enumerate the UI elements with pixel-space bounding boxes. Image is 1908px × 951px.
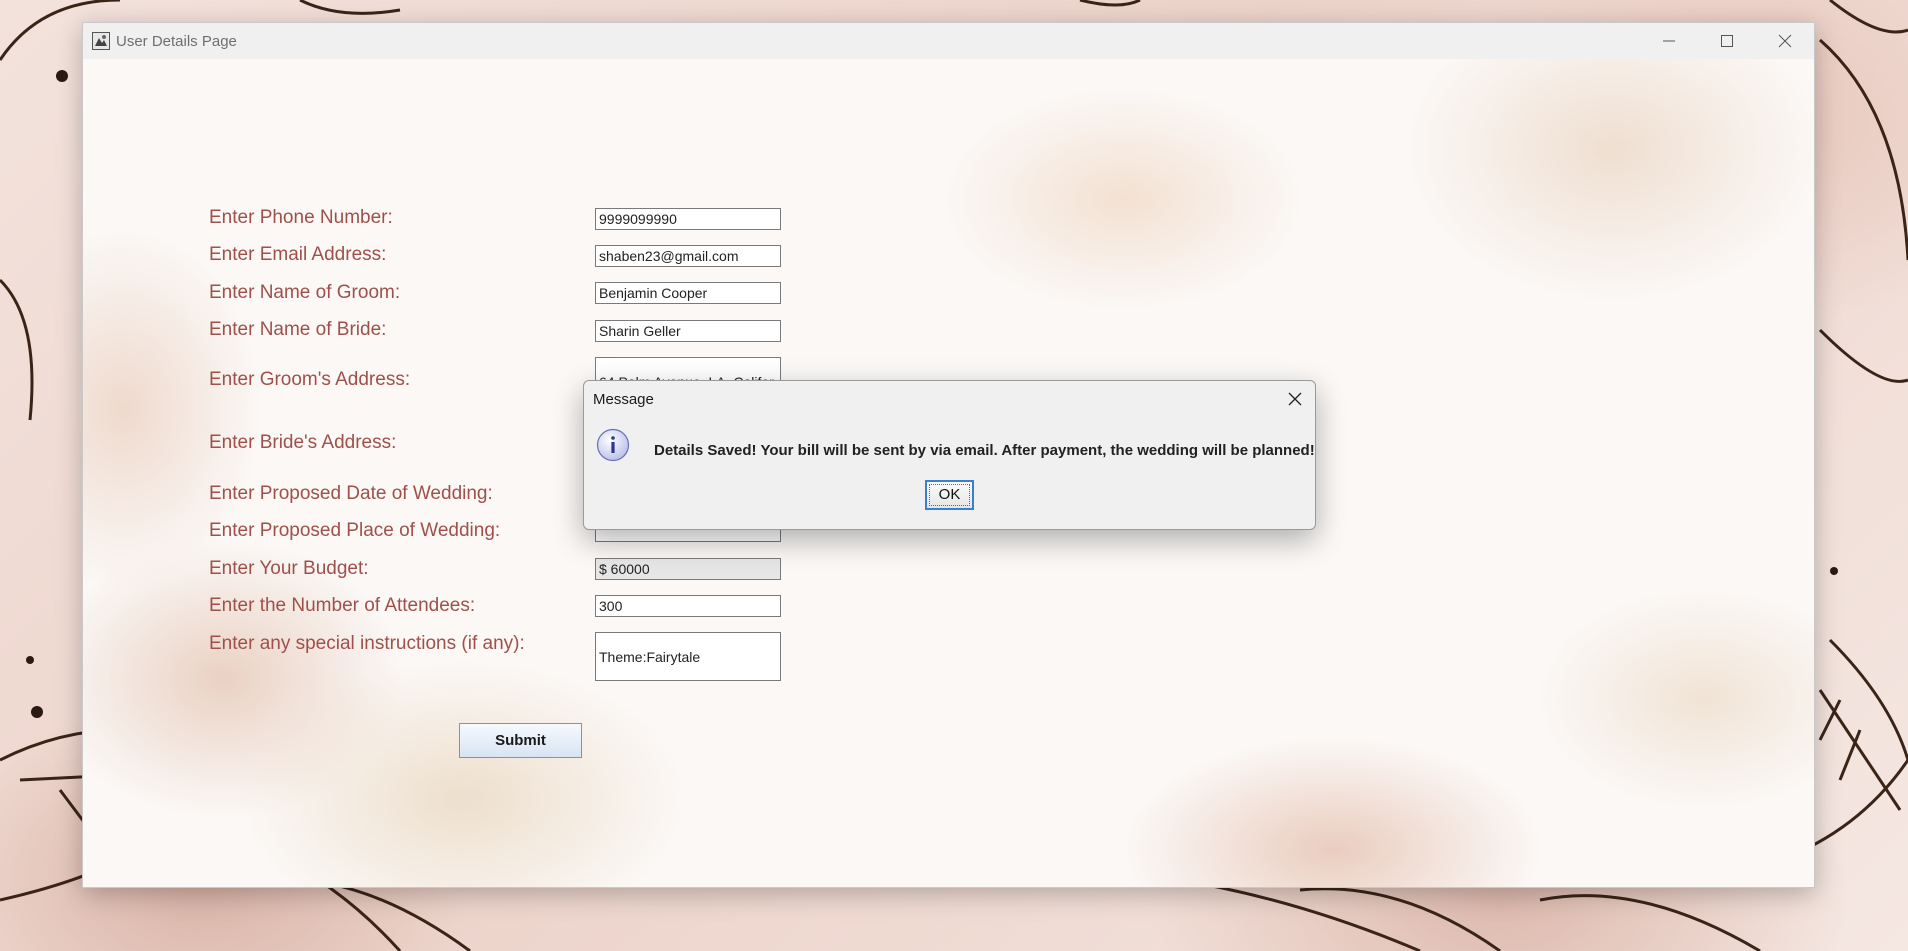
special-instructions-input[interactable] [595, 632, 781, 681]
dialog-close-button[interactable] [1285, 389, 1305, 409]
budget-input[interactable] [595, 558, 781, 580]
ok-button[interactable]: OK [925, 480, 974, 510]
special-instructions-label: Enter any special instructions (if any): [209, 633, 525, 654]
phone-input[interactable] [595, 208, 781, 230]
groom-name-label: Enter Name of Groom: [209, 282, 401, 303]
budget-label: Enter Your Budget: [209, 558, 369, 579]
window-controls [1640, 23, 1814, 59]
minimize-button[interactable] [1640, 23, 1698, 59]
title-bar[interactable]: User Details Page [83, 23, 1814, 59]
minimize-icon [1663, 40, 1675, 42]
bride-name-label: Enter Name of Bride: [209, 319, 387, 340]
info-icon [596, 428, 630, 462]
close-button[interactable] [1756, 23, 1814, 59]
close-icon [1778, 34, 1792, 48]
attendees-label: Enter the Number of Attendees: [209, 595, 476, 616]
close-icon [1288, 392, 1302, 406]
maximize-icon [1721, 35, 1733, 47]
window-title: User Details Page [116, 32, 237, 50]
java-app-icon [92, 32, 110, 50]
maximize-button[interactable] [1698, 23, 1756, 59]
ok-button-label: OK [929, 484, 970, 506]
dialog-message: Details Saved! Your bill will be sent by… [654, 442, 1315, 459]
email-label: Enter Email Address: [209, 244, 387, 265]
phone-label: Enter Phone Number: [209, 207, 393, 228]
groom-name-input[interactable] [595, 282, 781, 304]
dialog-title: Message [593, 391, 654, 408]
bride-name-input[interactable] [595, 320, 781, 342]
attendees-input[interactable] [595, 595, 781, 617]
wedding-place-label: Enter Proposed Place of Wedding: [209, 520, 501, 541]
groom-address-label: Enter Groom's Address: [209, 369, 411, 390]
wedding-date-label: Enter Proposed Date of Wedding: [209, 483, 493, 504]
message-dialog: Message Details Saved! Your bill will be… [583, 380, 1316, 530]
bride-address-label: Enter Bride's Address: [209, 432, 397, 453]
email-input[interactable] [595, 245, 781, 267]
submit-button[interactable]: Submit [459, 723, 582, 758]
